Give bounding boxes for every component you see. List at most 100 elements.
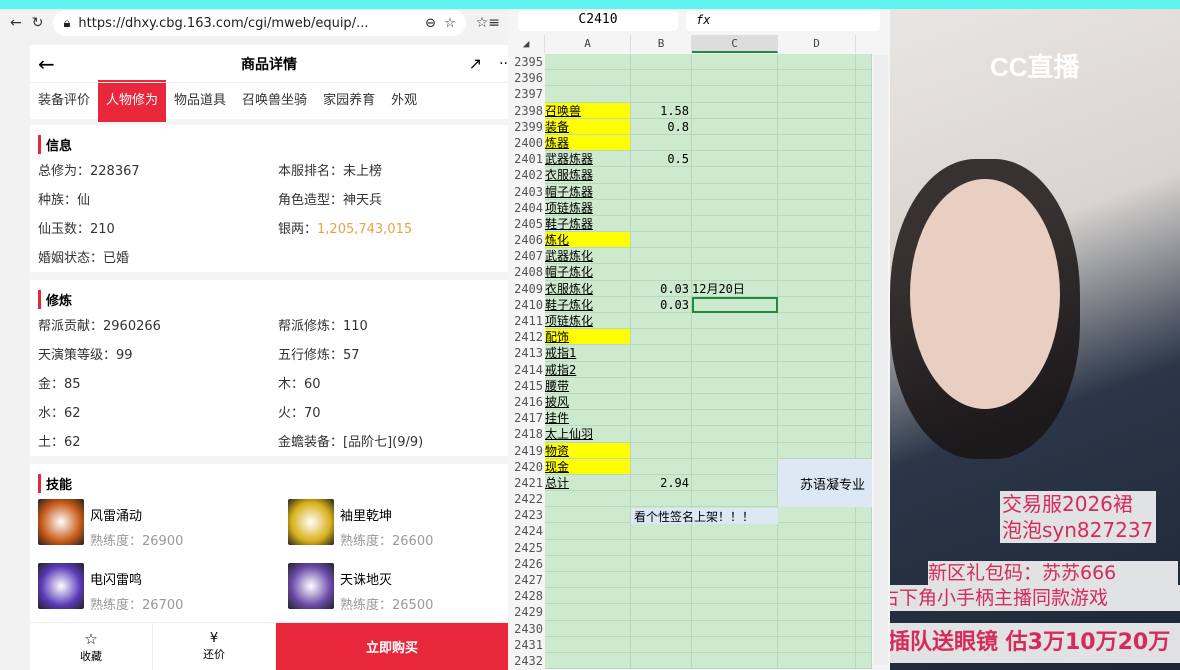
cell-d[interactable]: [778, 426, 856, 443]
skill-item[interactable]: 风雷涌动 熟练度：26900: [38, 499, 288, 549]
cell-e[interactable]: [856, 377, 872, 394]
tab-5[interactable]: 外观: [383, 80, 425, 122]
cell-d[interactable]: [778, 588, 856, 605]
cell-d[interactable]: [778, 280, 856, 297]
cell-d[interactable]: [778, 345, 856, 362]
tab-0[interactable]: 装备评价: [30, 80, 98, 122]
row-number[interactable]: 2425: [508, 539, 545, 556]
cell-e[interactable]: [856, 572, 872, 589]
column-header-C[interactable]: C: [692, 35, 778, 53]
cell-c[interactable]: [692, 393, 778, 411]
cell-a[interactable]: 炼化: [545, 232, 631, 249]
cell-c[interactable]: [692, 620, 778, 637]
row-number[interactable]: 2432: [508, 652, 545, 670]
cell-c[interactable]: [692, 70, 778, 87]
cell-b[interactable]: [631, 652, 692, 670]
row-number[interactable]: 2396: [508, 70, 545, 87]
tab-1[interactable]: 人物修为: [98, 80, 167, 122]
cell-c[interactable]: [692, 555, 778, 572]
cell-e[interactable]: [856, 54, 872, 71]
cell-e[interactable]: [856, 118, 872, 135]
cell-c[interactable]: [692, 442, 778, 459]
cell-c[interactable]: [692, 264, 778, 281]
cell-d[interactable]: [778, 652, 856, 670]
cell-b[interactable]: [631, 313, 692, 330]
cell-e[interactable]: [856, 264, 872, 281]
cell-a[interactable]: 项链炼器: [545, 199, 631, 216]
cell-c[interactable]: [692, 523, 778, 540]
cell-d[interactable]: [778, 604, 856, 621]
cell-b[interactable]: [631, 264, 692, 281]
row-number[interactable]: 2421: [508, 474, 545, 492]
cell-a[interactable]: [545, 539, 631, 556]
cell-c[interactable]: [692, 329, 778, 346]
cell-a[interactable]: 召唤兽: [545, 102, 631, 119]
cell-c[interactable]: 12月20日: [692, 280, 778, 297]
cell-e[interactable]: [856, 588, 872, 605]
cell-e[interactable]: [856, 86, 872, 103]
cell-b[interactable]: [631, 215, 692, 233]
skill-item[interactable]: 电闪雷鸣 熟练度：26700: [38, 563, 288, 613]
cell-a[interactable]: 装备: [545, 118, 631, 135]
cell-d[interactable]: [778, 199, 856, 216]
name-box[interactable]: C2410: [518, 11, 678, 31]
cell-a[interactable]: 帽子炼化: [545, 264, 631, 281]
cell-b[interactable]: [631, 523, 692, 540]
sign-cell[interactable]: 看个性签名上架！！！: [631, 508, 778, 524]
cell-a[interactable]: 腰带: [545, 377, 631, 394]
cell-a[interactable]: 项链炼化: [545, 313, 631, 330]
cell-c[interactable]: [692, 604, 778, 621]
cell-b[interactable]: [631, 491, 692, 508]
cell-e[interactable]: [856, 215, 872, 233]
tab-4[interactable]: 家园养育: [315, 80, 383, 122]
row-number[interactable]: 2400: [508, 134, 545, 152]
cell-a[interactable]: 现金: [545, 458, 631, 475]
row-number[interactable]: 2409: [508, 280, 545, 297]
cell-d[interactable]: [778, 118, 856, 135]
cell-c[interactable]: [692, 183, 778, 200]
cell-a[interactable]: [545, 604, 631, 621]
cell-d[interactable]: [778, 102, 856, 119]
cell-d[interactable]: [778, 539, 856, 556]
cell-b[interactable]: [631, 54, 692, 71]
formula-input[interactable]: fx: [686, 11, 880, 31]
cell-c[interactable]: [692, 636, 778, 653]
cell-e[interactable]: [856, 280, 872, 297]
cell-d[interactable]: [778, 151, 856, 168]
row-number[interactable]: 2419: [508, 442, 545, 459]
cell-c[interactable]: [692, 361, 778, 378]
cell-e[interactable]: [856, 555, 872, 572]
row-number[interactable]: 2418: [508, 426, 545, 443]
cell-c[interactable]: [692, 151, 778, 168]
cell-e[interactable]: [856, 507, 872, 524]
cell-d[interactable]: [778, 393, 856, 411]
cell-c[interactable]: [692, 296, 778, 313]
cell-c[interactable]: [692, 458, 778, 475]
cell-d[interactable]: [778, 296, 856, 313]
cell-b[interactable]: 0.5: [631, 151, 692, 168]
row-number[interactable]: 2403: [508, 183, 545, 200]
cell-b[interactable]: [631, 426, 692, 443]
cell-c[interactable]: [692, 248, 778, 265]
row-number[interactable]: 2395: [508, 54, 545, 71]
cell-d[interactable]: [778, 523, 856, 540]
cell-e[interactable]: [856, 183, 872, 200]
cell-e[interactable]: [856, 652, 872, 670]
cell-a[interactable]: 鞋子炼化: [545, 296, 631, 313]
reload-icon[interactable]: ↻: [32, 15, 44, 31]
cell-b[interactable]: [631, 329, 692, 346]
cell-d[interactable]: [778, 636, 856, 653]
cell-d[interactable]: [778, 134, 856, 152]
note-cell[interactable]: 苏语凝专业: [778, 459, 872, 507]
row-number[interactable]: 2406: [508, 232, 545, 249]
back-icon[interactable]: ←: [10, 15, 22, 31]
row-number[interactable]: 2427: [508, 572, 545, 589]
vertical-scrollbar[interactable]: [874, 55, 888, 665]
cell-a[interactable]: 戒指2: [545, 361, 631, 378]
cell-e[interactable]: [856, 636, 872, 653]
row-number[interactable]: 2413: [508, 345, 545, 362]
cell-b[interactable]: [631, 636, 692, 653]
cell-e[interactable]: [856, 539, 872, 556]
cell-a[interactable]: [545, 572, 631, 589]
cell-c[interactable]: [692, 652, 778, 670]
